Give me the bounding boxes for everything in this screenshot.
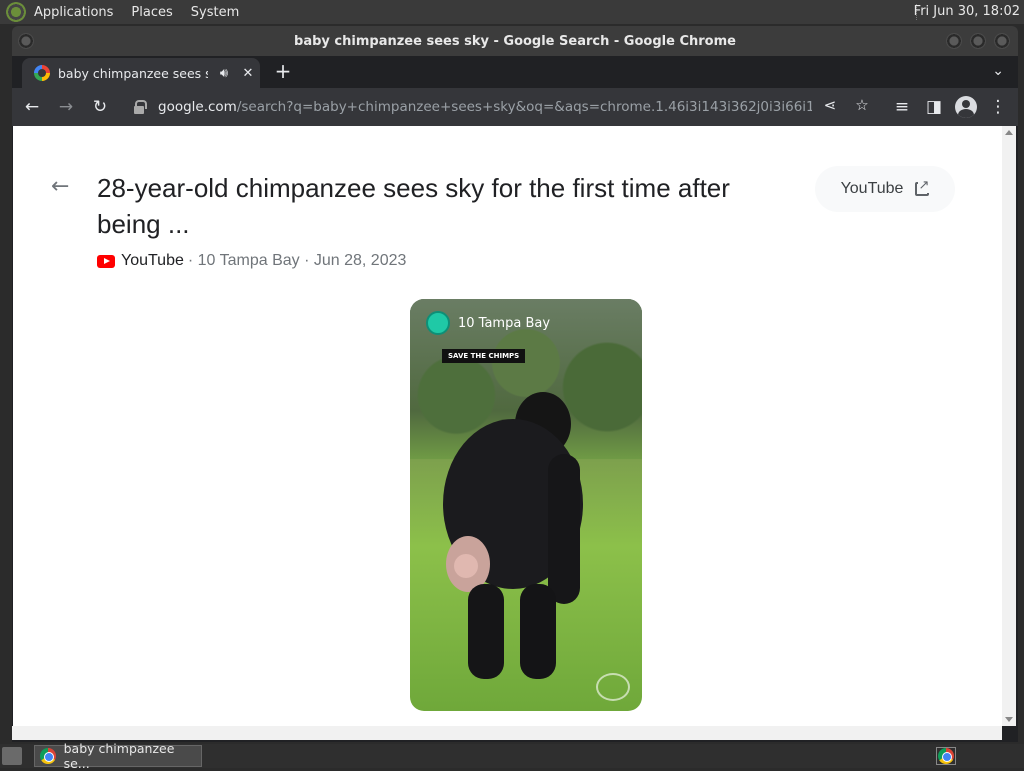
chimpanzee-figure: [443, 392, 583, 679]
vertical-scrollbar[interactable]: [1002, 126, 1016, 726]
show-desktop-icon[interactable]: [2, 747, 22, 765]
window-title: baby chimpanzee sees sky - Google Search…: [294, 33, 736, 49]
video-channel-chip: 10 Tampa Bay: [426, 311, 550, 335]
address-bar[interactable]: google.com /search?q=baby+chimpanzee+see…: [122, 92, 870, 122]
chrome-icon: [40, 748, 56, 764]
watermark-logo-icon: [596, 673, 630, 701]
result-meta: YouTube · 10 Tampa Bay · Jun 28, 2023: [97, 252, 406, 270]
video-channel-name: 10 Tampa Bay: [458, 315, 551, 331]
tab-audio-icon[interactable]: 🔊︎: [214, 66, 234, 81]
profile-avatar[interactable]: [952, 93, 980, 121]
tray-chrome-icon[interactable]: [936, 747, 956, 765]
browser-toolbar: ← → ↻ google.com /search?q=baby+chimpanz…: [12, 88, 1018, 126]
side-panel-icon[interactable]: ◨: [920, 93, 948, 121]
google-favicon-icon: [34, 65, 50, 81]
more-menu-icon[interactable]: ⋮: [984, 93, 1012, 121]
open-youtube-label: YouTube: [840, 180, 904, 197]
taskbar-item-label: baby chimpanzee se...: [63, 741, 175, 771]
minimize-icon[interactable]: [946, 33, 962, 49]
tab-search-chevron-icon[interactable]: ⌄: [992, 63, 1004, 79]
system-top-panel: Applications Places System Fri Jun 30, 1…: [0, 0, 1024, 24]
mouse-cursor-icon: [120, 548, 138, 566]
tray-chrome-logo-icon: [938, 748, 954, 764]
result-title[interactable]: 28-year-old chimpanzee sees sky for the …: [97, 170, 797, 242]
horizontal-scrollbar[interactable]: [12, 726, 1002, 740]
avatar-icon: [955, 96, 977, 118]
clock[interactable]: Fri Jun 30, 18:02: [914, 4, 1020, 19]
bookmark-star-icon[interactable]: ☆: [850, 96, 874, 114]
menu-places[interactable]: Places: [131, 5, 172, 20]
tab-title: baby chimpanzee sees sky: [58, 65, 208, 81]
back-icon[interactable]: ←: [18, 93, 46, 121]
media-controls-icon[interactable]: ≡: [888, 93, 916, 121]
window-titlebar[interactable]: baby chimpanzee sees sky - Google Search…: [12, 26, 1018, 56]
video-caption-label: SAVE THE CHIMPS: [442, 349, 526, 363]
window-menu-icon[interactable]: [18, 33, 34, 49]
url-host: google.com: [158, 99, 237, 115]
new-tab-icon[interactable]: +: [272, 61, 294, 83]
reload-icon[interactable]: ↻: [86, 93, 114, 121]
open-youtube-button[interactable]: YouTube: [815, 166, 955, 212]
lock-icon[interactable]: [132, 100, 147, 114]
close-window-icon[interactable]: [994, 33, 1010, 49]
maximize-icon[interactable]: [970, 33, 986, 49]
external-link-icon: [915, 177, 930, 196]
bottom-taskbar: baby chimpanzee se...: [0, 741, 1024, 771]
youtube-icon: [97, 254, 115, 268]
tab-close-icon[interactable]: ✕: [238, 66, 258, 81]
forward-icon[interactable]: →: [52, 93, 80, 121]
channel-logo-icon: [426, 311, 450, 335]
video-player[interactable]: 10 Tampa Bay SAVE THE CHIMPS: [410, 299, 642, 711]
chrome-window: baby chimpanzee sees sky - Google Search…: [12, 26, 1018, 742]
page-content: ← 28-year-old chimpanzee sees sky for th…: [13, 126, 1002, 726]
taskbar-chrome-item[interactable]: baby chimpanzee se...: [34, 741, 202, 771]
tab-strip: baby chimpanzee sees sky 🔊︎ ✕ + ⌄: [12, 56, 1018, 88]
share-icon[interactable]: ⋖: [818, 96, 842, 114]
result-back-icon[interactable]: ←: [51, 174, 69, 199]
url-path: /search?q=baby+chimpanzee+sees+sky&oq=&a…: [236, 99, 812, 115]
distro-logo-icon[interactable]: [6, 2, 26, 22]
menu-applications[interactable]: Applications: [34, 5, 113, 20]
result-channel-date: · 10 Tampa Bay · Jun 28, 2023: [187, 252, 407, 269]
tab-active[interactable]: baby chimpanzee sees sky 🔊︎ ✕: [22, 58, 260, 88]
menu-system[interactable]: System: [191, 5, 239, 20]
result-source[interactable]: YouTube: [121, 252, 184, 270]
